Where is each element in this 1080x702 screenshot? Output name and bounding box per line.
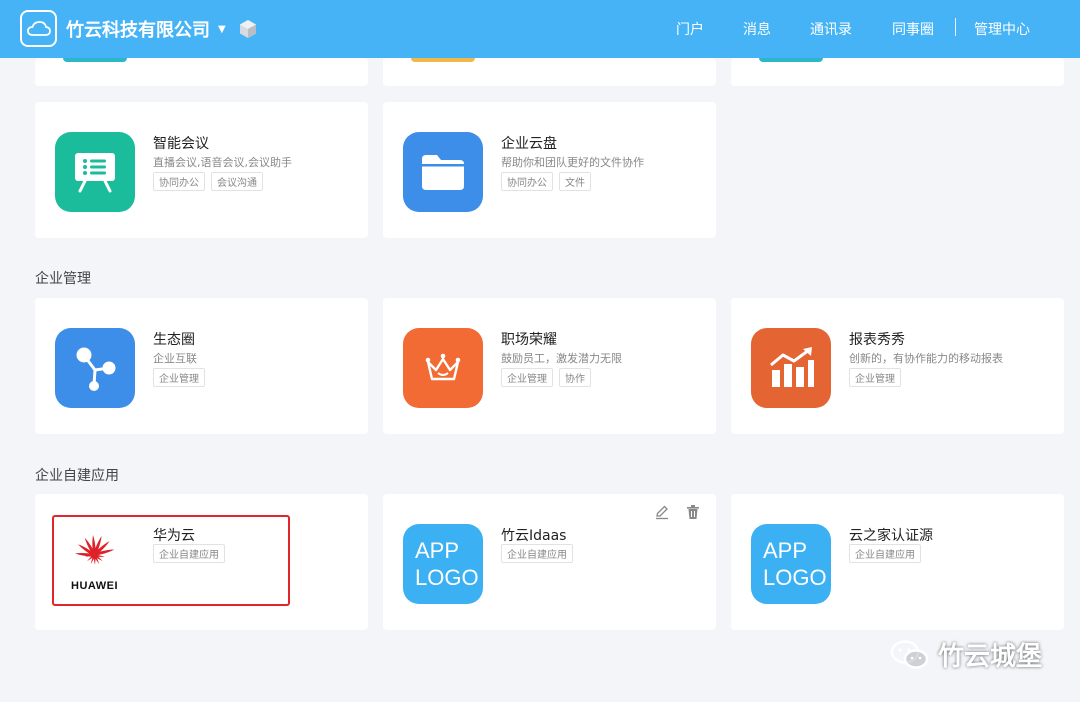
cloud-logo-icon[interactable] [20, 10, 57, 47]
company-name: 竹云科技有限公司 [66, 20, 210, 41]
top-navigation-bar: 竹云科技有限公司 ▼ 门户 消息 通讯录 同事圈 管理中心 [0, 0, 1080, 58]
nav-messages[interactable]: 消息 [743, 19, 771, 39]
tag: 企业管理 [501, 368, 553, 387]
app-logo-line2: LOGO [415, 565, 479, 590]
app-logo-line1: APP [415, 538, 460, 563]
bar-chart-icon [751, 328, 831, 408]
tag-list: 企业管理 协作 [501, 368, 591, 387]
app-icon-partial [759, 58, 823, 62]
app-card-smart-meeting[interactable]: 智能会议 直播会议,语音会议,会议助手 协同办公 会议沟通 [35, 102, 368, 238]
tag-list: 企业管理 [153, 368, 205, 387]
app-card-cloud-drive[interactable]: 企业云盘 帮助你和团队更好的文件协作 协同办公 文件 [383, 102, 716, 238]
tag: 协同办公 [501, 172, 553, 191]
section-title-management: 企业管理 [35, 271, 91, 287]
app-description: 鼓励员工，激发潜力无限 [501, 352, 622, 365]
nav-portal[interactable]: 门户 [676, 19, 704, 39]
tag: 企业自建应用 [501, 544, 573, 563]
app-card-report-show[interactable]: 报表秀秀 创新的，有协作能力的移动报表 企业管理 [731, 298, 1064, 434]
caret-down-icon: ▼ [218, 23, 226, 35]
app-card-yunzhijia-auth[interactable]: APP LOGO 云之家认证源 企业自建应用 [731, 494, 1064, 630]
app-description: 创新的，有协作能力的移动报表 [849, 352, 1003, 365]
crown-icon [403, 328, 483, 408]
app-description: 企业互联 [153, 352, 197, 365]
wechat-icon [890, 639, 929, 669]
presentation-icon [55, 132, 135, 212]
nav-admin-center[interactable]: 管理中心 [974, 19, 1030, 39]
tag: 协同办公 [153, 172, 205, 191]
app-description: 帮助你和团队更好的文件协作 [501, 156, 644, 169]
app-description: 直播会议,语音会议,会议助手 [153, 156, 292, 169]
app-icon-partial [411, 58, 475, 62]
app-card-partial[interactable] [35, 58, 368, 86]
cube-icon [239, 20, 256, 38]
tag-list: 企业自建应用 [849, 544, 921, 563]
nav-colleague-circle[interactable]: 同事圈 [892, 19, 934, 39]
tag-list: 企业自建应用 [501, 544, 573, 563]
app-logo-placeholder: APP LOGO [751, 524, 831, 604]
folder-icon [403, 132, 483, 212]
nav-divider [955, 18, 956, 36]
app-title: 报表秀秀 [849, 332, 905, 348]
app-title: 竹云Idaas [501, 528, 567, 544]
app-title: 生态圈 [153, 332, 195, 348]
tag-list: 协同办公 文件 [501, 172, 591, 191]
company-switcher[interactable]: 竹云科技有限公司 ▼ [66, 16, 258, 42]
app-logo-line2: LOGO [763, 565, 827, 590]
app-title: 企业云盘 [501, 136, 557, 152]
tag-list: 企业管理 [849, 368, 901, 387]
app-card-workplace-honor[interactable]: 职场荣耀 鼓励员工，激发潜力无限 企业管理 协作 [383, 298, 716, 434]
app-icon-partial [63, 58, 127, 62]
watermark: 竹云城堡 [890, 636, 1042, 673]
app-logo-line1: APP [763, 538, 808, 563]
app-title: 云之家认证源 [849, 528, 933, 544]
section-title-custom-apps: 企业自建应用 [35, 468, 119, 484]
tag-list: 协同办公 会议沟通 [153, 172, 263, 191]
app-card-partial[interactable] [383, 58, 716, 86]
nav-contacts[interactable]: 通讯录 [810, 19, 852, 39]
app-card-ecosystem[interactable]: 生态圈 企业互联 企业管理 [35, 298, 368, 434]
trash-icon[interactable] [685, 504, 701, 520]
highlight-box [52, 515, 290, 606]
share-nodes-icon [55, 328, 135, 408]
tag: 企业自建应用 [849, 544, 921, 563]
app-title: 智能会议 [153, 136, 209, 152]
tag: 协作 [559, 368, 591, 387]
tag: 会议沟通 [211, 172, 263, 191]
app-title: 职场荣耀 [501, 332, 557, 348]
app-logo-placeholder: APP LOGO [403, 524, 483, 604]
app-card-zhuyun-idaas[interactable]: APP LOGO 竹云Idaas 企业自建应用 [383, 494, 716, 630]
tag: 企业管理 [153, 368, 205, 387]
app-card-partial[interactable] [731, 58, 1064, 86]
tag: 企业管理 [849, 368, 901, 387]
tag: 文件 [559, 172, 591, 191]
edit-icon[interactable] [654, 504, 670, 520]
watermark-text: 竹云城堡 [938, 642, 1043, 672]
